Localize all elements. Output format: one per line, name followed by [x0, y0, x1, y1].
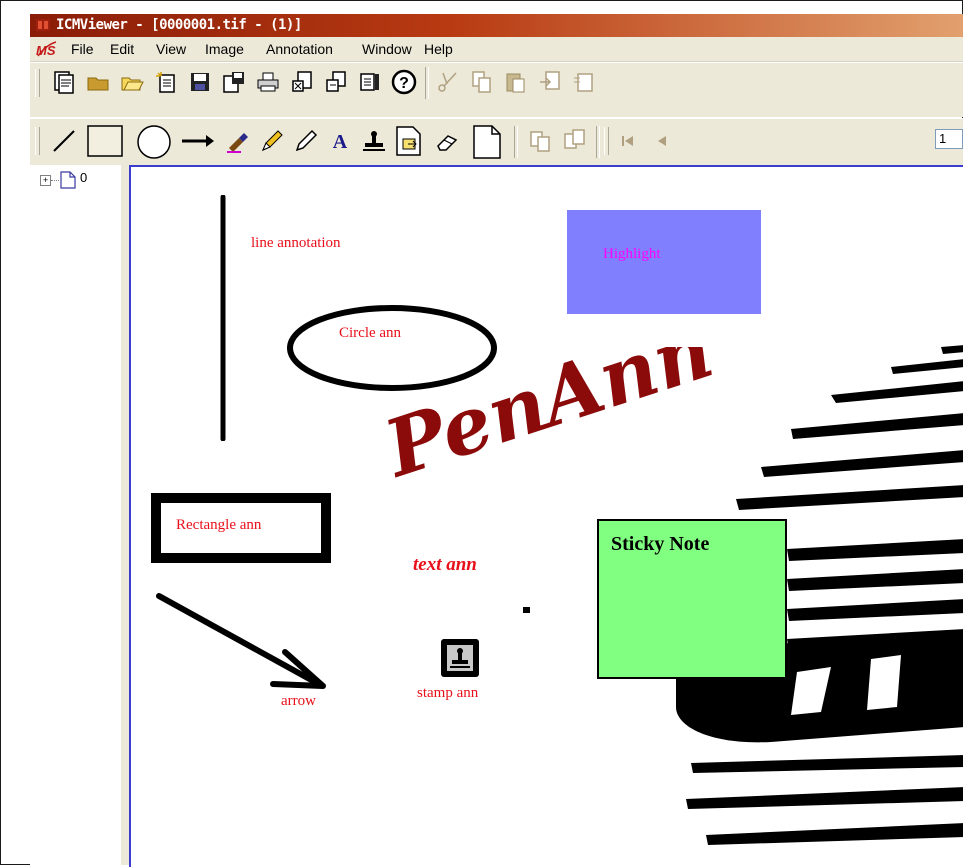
line-tool-icon[interactable]	[50, 127, 78, 155]
line-annotation-label: line annotation	[251, 235, 341, 251]
text-tool-icon[interactable]: A	[326, 127, 354, 155]
annotation-toolbar: A 1	[30, 118, 963, 166]
previous-page-icon[interactable]	[648, 127, 676, 155]
menu-view[interactable]: View	[156, 41, 186, 57]
eraser-tool-icon[interactable]	[434, 127, 462, 155]
selection-handle[interactable]	[523, 607, 530, 613]
insert-page-icon[interactable]	[536, 68, 564, 96]
highlight-label: Highlight	[603, 246, 661, 262]
save-icon[interactable]	[186, 68, 214, 96]
tree-connector	[51, 180, 59, 181]
export-icon[interactable]	[288, 68, 316, 96]
sticky-note-tool-icon[interactable]	[394, 125, 424, 157]
menu-bar: MS File Edit View Image Annotation Windo…	[30, 37, 963, 62]
open-file-icon[interactable]	[118, 68, 146, 96]
open-folder-icon[interactable]	[84, 68, 112, 96]
menu-annotation[interactable]: Annotation	[266, 41, 333, 57]
save-all-icon[interactable]	[220, 68, 248, 96]
arrow-annotation[interactable]	[155, 592, 335, 692]
menu-image[interactable]: Image	[205, 41, 244, 57]
menu-file[interactable]: File	[71, 41, 94, 57]
text-annotation[interactable]: text ann	[413, 554, 477, 576]
merge-icon[interactable]	[570, 68, 598, 96]
arrow-annotation-label: arrow	[281, 693, 316, 709]
help-icon[interactable]: ?	[390, 68, 418, 96]
menu-window[interactable]: Window	[362, 41, 412, 57]
pen-tool-icon[interactable]	[292, 127, 320, 155]
properties-icon[interactable]	[356, 68, 384, 96]
arrow-tool-icon[interactable]	[180, 127, 216, 155]
paste-icon[interactable]	[502, 68, 530, 96]
toolbar-separator	[514, 126, 518, 158]
pen-annotation-text: PenAnn	[387, 347, 723, 496]
toolbar-separator	[596, 126, 600, 158]
stamp-icon	[447, 645, 473, 671]
toolbar-grip[interactable]	[604, 127, 609, 155]
stamp-tool-icon[interactable]	[360, 127, 388, 155]
first-page-icon[interactable]	[614, 127, 642, 155]
document-system-icon[interactable]: MS	[36, 39, 57, 59]
title-bar[interactable]: ICMViewer - [0000001.tif - (1)]	[30, 14, 963, 37]
annotation-ungroup-icon[interactable]	[560, 127, 588, 155]
document-tree: + 0	[30, 165, 122, 865]
blank-page-icon[interactable]	[470, 124, 504, 160]
svg-text:A: A	[333, 131, 348, 153]
scan-document-icon[interactable]	[50, 68, 78, 96]
page-number-field[interactable]: 1	[935, 129, 963, 149]
menu-edit[interactable]: Edit	[110, 41, 134, 57]
page-icon	[60, 171, 76, 189]
main-toolbar: ?	[30, 62, 963, 102]
stamp-annotation[interactable]	[441, 639, 479, 677]
circle-tool-icon[interactable]	[134, 124, 174, 160]
expand-node-icon[interactable]: +	[40, 175, 51, 186]
svg-text:?: ?	[399, 75, 409, 92]
annotation-group-icon[interactable]	[526, 127, 554, 155]
pane-splitter[interactable]	[121, 165, 129, 865]
toolbar-grip[interactable]	[35, 69, 40, 97]
pen-annotation[interactable]: PenAnn	[387, 347, 817, 497]
pencil-tool-icon[interactable]	[258, 127, 286, 155]
toolbar-spacer	[30, 101, 963, 117]
sticky-note-label: Sticky Note	[611, 533, 710, 555]
print-icon[interactable]	[254, 68, 282, 96]
cut-icon[interactable]	[434, 68, 462, 96]
highlighter-tool-icon[interactable]	[224, 127, 252, 155]
stamp-annotation-label: stamp ann	[417, 685, 479, 701]
highlight-annotation[interactable]: Highlight	[567, 210, 761, 314]
window-title: ICMViewer - [0000001.tif - (1)]	[56, 17, 302, 33]
toolbar-separator	[425, 67, 429, 99]
new-document-icon[interactable]	[152, 68, 180, 96]
document-canvas[interactable]: line annotation Highlight Circle ann Pen…	[129, 165, 963, 867]
app-icon	[36, 19, 50, 31]
circle-annotation-label: Circle ann	[339, 325, 402, 341]
copy-icon[interactable]	[468, 68, 496, 96]
import-icon[interactable]	[322, 68, 350, 96]
menu-help[interactable]: Help	[424, 41, 453, 57]
tree-node-label[interactable]: 0	[80, 170, 120, 185]
sticky-note-annotation[interactable]: Sticky Note	[597, 519, 787, 679]
rectangle-tool-icon[interactable]	[86, 124, 124, 158]
toolbar-grip[interactable]	[35, 127, 40, 155]
rectangle-annotation-label: Rectangle ann	[176, 517, 262, 533]
line-annotation[interactable]	[217, 195, 229, 441]
